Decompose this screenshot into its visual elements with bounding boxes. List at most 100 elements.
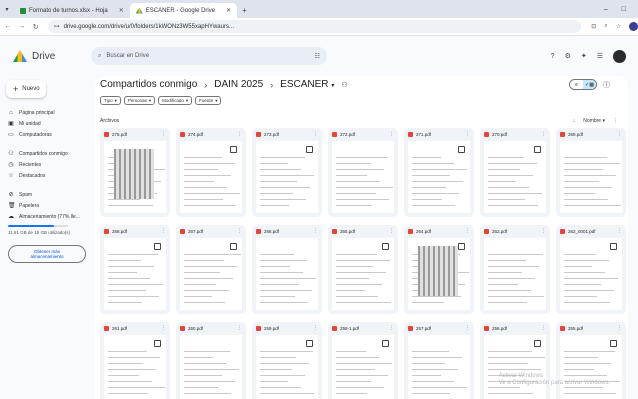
file-card[interactable]: 262_0001.pdf ⋮	[556, 225, 626, 314]
file-thumbnail[interactable]	[560, 141, 622, 213]
file-thumbnail[interactable]	[560, 238, 622, 310]
search-options-icon[interactable]: ☷	[315, 53, 320, 60]
file-card[interactable]: 272.pdf ⋮	[328, 128, 398, 217]
file-thumbnail[interactable]	[180, 335, 242, 399]
install-icon[interactable]: ⊡	[591, 23, 596, 30]
more-vert-icon[interactable]: ⋮	[161, 325, 166, 331]
sidebar-item-home[interactable]: ⌂ Página principal	[0, 107, 95, 118]
tab-sheets[interactable]: Formato de turnos.xlsx - Hoja ✕	[14, 3, 130, 18]
file-thumbnail[interactable]	[332, 335, 394, 399]
more-vert-icon[interactable]: ⋮	[237, 228, 242, 234]
file-thumbnail[interactable]	[408, 238, 470, 310]
new-tab-button[interactable]: +	[237, 3, 252, 18]
more-vert-icon[interactable]: ⋮	[313, 228, 318, 234]
file-card[interactable]: 262.pdf ⋮	[480, 225, 550, 314]
file-thumbnail[interactable]	[408, 335, 470, 399]
people-icon[interactable]: ⚇	[341, 81, 347, 89]
file-card[interactable]: 260.pdf ⋮	[176, 322, 246, 399]
file-thumbnail[interactable]	[104, 238, 166, 310]
new-button[interactable]: + Nuevo	[6, 80, 46, 98]
forward-icon[interactable]: →	[16, 23, 28, 30]
more-vert-icon[interactable]: ⋮	[541, 228, 546, 234]
file-thumbnail[interactable]	[560, 335, 622, 399]
file-thumbnail[interactable]	[256, 238, 318, 310]
file-card[interactable]: 273.pdf ⋮	[252, 128, 322, 217]
sidebar-item-trash[interactable]: 🗑 Papelera	[0, 200, 95, 211]
file-card[interactable]: 256.pdf ⋮	[480, 322, 550, 399]
file-thumbnail[interactable]	[180, 238, 242, 310]
file-thumbnail[interactable]	[104, 335, 166, 399]
sort-direction-icon[interactable]: ↓	[573, 118, 576, 124]
file-thumbnail[interactable]	[180, 141, 242, 213]
more-vert-icon[interactable]: ⋮	[617, 325, 622, 331]
more-vert-icon[interactable]: ⋮	[161, 228, 166, 234]
sidebar-item-shared[interactable]: ⚇ Compartidos conmigo	[0, 148, 95, 159]
more-vert-icon[interactable]: ⋮	[389, 228, 394, 234]
help-icon[interactable]: ?	[551, 53, 555, 60]
get-more-storage-button[interactable]: Obtener más almacenamiento	[8, 245, 86, 263]
sidebar-item-starred[interactable]: ☆ Destacados	[0, 170, 95, 181]
url-field[interactable]: ⊶ drive.google.com/drive/u/0/folders/1kW…	[47, 20, 582, 33]
more-vert-icon[interactable]: ⋮	[541, 325, 546, 331]
sidebar-item-computers[interactable]: ▭ Computadoras	[0, 129, 95, 140]
sidebar-item-storage[interactable]: ☁ Almacenamiento (77% lle...	[0, 211, 95, 222]
info-icon[interactable]: ⓘ	[603, 80, 610, 90]
breadcrumb-item[interactable]: Compartidos conmigo	[100, 79, 197, 90]
breadcrumb-item[interactable]: DAIN 2025	[214, 79, 263, 90]
file-thumbnail[interactable]	[484, 141, 546, 213]
zoom-icon[interactable]: ⌕	[604, 23, 607, 30]
file-card[interactable]: 264.pdf ⋮	[404, 225, 474, 314]
sidebar-item-spam[interactable]: ⊘ Spam	[0, 189, 95, 200]
file-card[interactable]: 261.pdf ⋮	[100, 322, 170, 399]
filter-chip[interactable]: Tipo ▾	[100, 96, 121, 105]
settings-gear-icon[interactable]: ⚙	[565, 52, 571, 60]
file-thumbnail[interactable]	[484, 335, 546, 399]
list-view-icon[interactable]: ≡	[570, 80, 583, 89]
file-card[interactable]: 270.pdf ⋮	[480, 128, 550, 217]
more-vert-icon[interactable]: ⋮	[237, 325, 242, 331]
close-icon[interactable]: ✕	[119, 7, 124, 14]
file-card[interactable]: 275.pdf ⋮	[100, 128, 170, 217]
site-info-icon[interactable]: ⊶	[54, 23, 60, 30]
file-card[interactable]: 269.pdf ⋮	[556, 128, 626, 217]
more-vert-icon[interactable]: ⋮	[541, 131, 546, 137]
more-vert-icon[interactable]: ⋮	[161, 131, 166, 137]
file-thumbnail[interactable]	[484, 238, 546, 310]
file-thumbnail[interactable]	[104, 141, 166, 213]
minimize-button[interactable]: –	[604, 6, 608, 13]
maximize-button[interactable]: □	[622, 6, 626, 13]
search-input[interactable]: ⌕ Buscar en Drive ☷	[91, 47, 327, 65]
more-vert-icon[interactable]: ⋮	[465, 325, 470, 331]
sort-button[interactable]: Nombre ▾	[583, 118, 605, 124]
account-avatar[interactable]	[613, 49, 626, 63]
more-vert-icon[interactable]: ⋮	[617, 131, 622, 137]
grid-view-icon[interactable]: ✓▦	[583, 80, 596, 89]
back-icon[interactable]: ←	[2, 23, 14, 30]
sidebar-item-recent[interactable]: ◷ Recientes	[0, 159, 95, 170]
more-vert-icon[interactable]: ⋮	[465, 228, 470, 234]
file-thumbnail[interactable]	[408, 141, 470, 213]
file-card[interactable]: 266.pdf ⋮	[252, 225, 322, 314]
tab-search-icon[interactable]: ▾	[0, 0, 14, 18]
more-vert-icon[interactable]: ⋮	[313, 325, 318, 331]
more-vert-icon[interactable]: ⋮	[465, 131, 470, 137]
more-vert-icon[interactable]: ⋮	[613, 118, 618, 124]
file-thumbnail[interactable]	[332, 238, 394, 310]
breadcrumb-current[interactable]: ESCANER ▾	[280, 79, 334, 90]
close-icon[interactable]: ✕	[226, 7, 231, 14]
file-thumbnail[interactable]	[256, 335, 318, 399]
file-card[interactable]: 271.pdf ⋮	[404, 128, 474, 217]
file-card[interactable]: 265.pdf ⋮	[328, 225, 398, 314]
file-card[interactable]: 274.pdf ⋮	[176, 128, 246, 217]
search-icon[interactable]: ⌕	[98, 53, 101, 60]
file-card[interactable]: 255.pdf ⋮	[556, 322, 626, 399]
apps-grid-icon[interactable]: ☰	[597, 52, 603, 60]
tab-drive[interactable]: ESCANER - Google Drive ✕	[129, 3, 238, 18]
profile-avatar[interactable]	[629, 22, 638, 31]
more-vert-icon[interactable]: ⋮	[237, 131, 242, 137]
more-vert-icon[interactable]: ⋮	[313, 131, 318, 137]
gemini-icon[interactable]: ✦	[581, 52, 587, 60]
more-vert-icon[interactable]: ⋮	[389, 131, 394, 137]
file-card[interactable]: 257.pdf ⋮	[404, 322, 474, 399]
more-vert-icon[interactable]: ⋮	[617, 228, 622, 234]
